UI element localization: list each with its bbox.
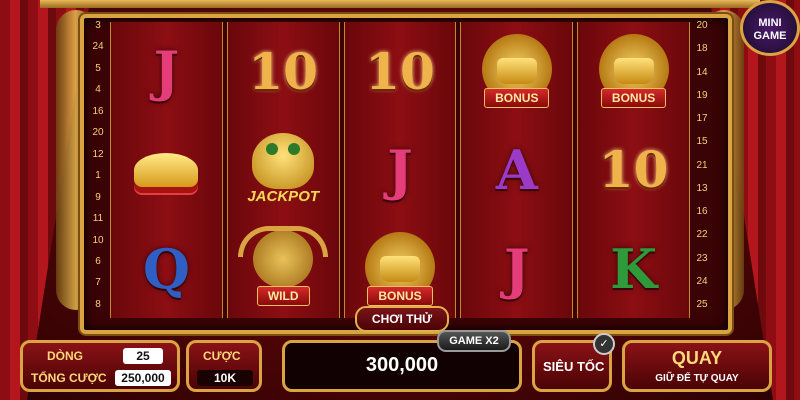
payline-numbers-right: 20 18 14 19 17 15 21 13 16 22 23 24 25 [692, 20, 712, 310]
spin-label: QUAY [671, 348, 723, 368]
payline-numbers-left: 3 24 5 4 16 20 12 1 9 11 10 6 7 8 [88, 20, 108, 310]
total-bet-label: TỔNG CƯỢC [31, 371, 107, 385]
reel-symbol: BONUS [352, 226, 448, 312]
reel-symbol: J [118, 28, 214, 114]
reel: BONUS A J [460, 22, 574, 318]
payline-number: 14 [696, 66, 708, 78]
bonus-ribbon: BONUS [600, 88, 667, 109]
golden-toad-icon [252, 132, 315, 189]
total-bet-value: 250,000 [115, 370, 171, 386]
bonus-ribbon: BONUS [367, 285, 433, 306]
reel-symbol: A [469, 127, 565, 213]
bull-horns-icon [238, 225, 329, 257]
payline-number: 16 [696, 206, 708, 217]
reel-symbol: J [352, 127, 448, 213]
play-demo-button[interactable]: CHƠI THỬ [355, 306, 449, 332]
payline-number: 1 [95, 170, 101, 182]
payline-number: 3 [95, 20, 101, 31]
reel-symbol: Q [118, 226, 214, 312]
payline-number: 17 [696, 113, 708, 124]
letter-symbol: J [504, 236, 530, 301]
toad-eye-icon [288, 142, 301, 155]
payline-number: 5 [95, 62, 101, 74]
payline-number: 24 [696, 275, 708, 287]
reels: J Q 10 JACKPOT WILD 10 J BONUS BONUS A J BONUS 10 K [110, 22, 690, 318]
payline-number: 8 [95, 298, 101, 310]
payline-number: 23 [696, 252, 708, 264]
reel-symbol: WILD [235, 225, 331, 312]
gold-ingot-icon [134, 152, 199, 187]
payline-number: 20 [92, 127, 104, 139]
ten-symbol: 10 [598, 140, 669, 200]
spin-button[interactable]: QUAY GIỮ ĐỂ TỰ QUAY [622, 340, 772, 392]
reel-symbol [118, 127, 214, 213]
reel-symbol: BONUS [469, 28, 565, 114]
payline-number: 22 [696, 229, 708, 241]
payline-number: 18 [696, 43, 708, 55]
ten-symbol: 10 [365, 41, 435, 101]
check-icon[interactable]: ✓ [593, 333, 615, 355]
letter-symbol: J [387, 137, 413, 202]
letter-symbol: K [610, 236, 658, 301]
reel: 10 JACKPOT WILD [226, 22, 340, 318]
top-trim [40, 0, 760, 8]
lines-value[interactable]: 25 [123, 348, 163, 364]
reel: JQ [110, 22, 223, 318]
gold-bar-icon [613, 58, 654, 85]
letter-symbol: J [153, 39, 180, 104]
reel-symbol: JACKPOT [235, 127, 331, 213]
reel-symbol: 10 [235, 28, 331, 114]
win-value: 300,000 [365, 354, 439, 376]
payline-number: 10 [92, 234, 104, 246]
turbo-button[interactable]: SIÊU TỐC ✓ [532, 333, 615, 392]
reel-symbol: K [586, 226, 682, 312]
mini-game-label: MINI GAME [753, 17, 787, 42]
jackpot-label: JACKPOT [247, 187, 320, 205]
gold-bar-icon [496, 58, 537, 85]
payline-number: 16 [92, 105, 104, 117]
payline-number: 20 [696, 20, 708, 31]
payline-number: 15 [696, 136, 708, 148]
payline-number: 4 [95, 84, 101, 96]
bet-value[interactable]: 10K [197, 370, 253, 386]
toad-eye-icon [266, 142, 279, 155]
bonus-ribbon: BONUS [484, 88, 550, 109]
mini-game-button[interactable]: MINI GAME [740, 0, 800, 56]
reel-symbol: BONUS [586, 28, 682, 114]
payline-number: 12 [92, 148, 104, 160]
letter-symbol: A [495, 137, 538, 202]
payline-number: 9 [95, 191, 101, 203]
letter-symbol: Q [142, 236, 190, 301]
reel: BONUS 10 K [577, 22, 690, 318]
reel-symbol: 10 [352, 28, 448, 114]
payline-number: 19 [696, 89, 708, 101]
reel-symbol: J [469, 226, 565, 312]
spin-sublabel: GIỮ ĐỂ TỰ QUAY [655, 373, 739, 384]
payline-number: 21 [696, 159, 708, 171]
reel-symbol: 10 [586, 127, 682, 213]
ten-symbol: 10 [248, 41, 318, 101]
lines-bet-panel: DÒNG 25 TỔNG CƯỢC 250,000 [20, 340, 180, 392]
bet-label: CƯỢC [203, 349, 241, 363]
payline-number: 6 [95, 255, 101, 267]
payline-number: 13 [696, 182, 708, 194]
payline-number: 11 [92, 213, 104, 225]
game-x2-tag[interactable]: GAME X2 [437, 330, 511, 352]
reel: 10 J BONUS [343, 22, 457, 318]
wild-ribbon: WILD [256, 285, 310, 306]
gold-bar-icon [379, 255, 420, 282]
payline-number: 7 [95, 277, 101, 289]
turbo-label: SIÊU TỐC [543, 359, 605, 374]
bet-panel[interactable]: CƯỢC 10K [186, 340, 262, 392]
lines-label: DÒNG [47, 349, 83, 363]
payline-number: 25 [696, 299, 708, 310]
payline-number: 24 [92, 41, 104, 53]
